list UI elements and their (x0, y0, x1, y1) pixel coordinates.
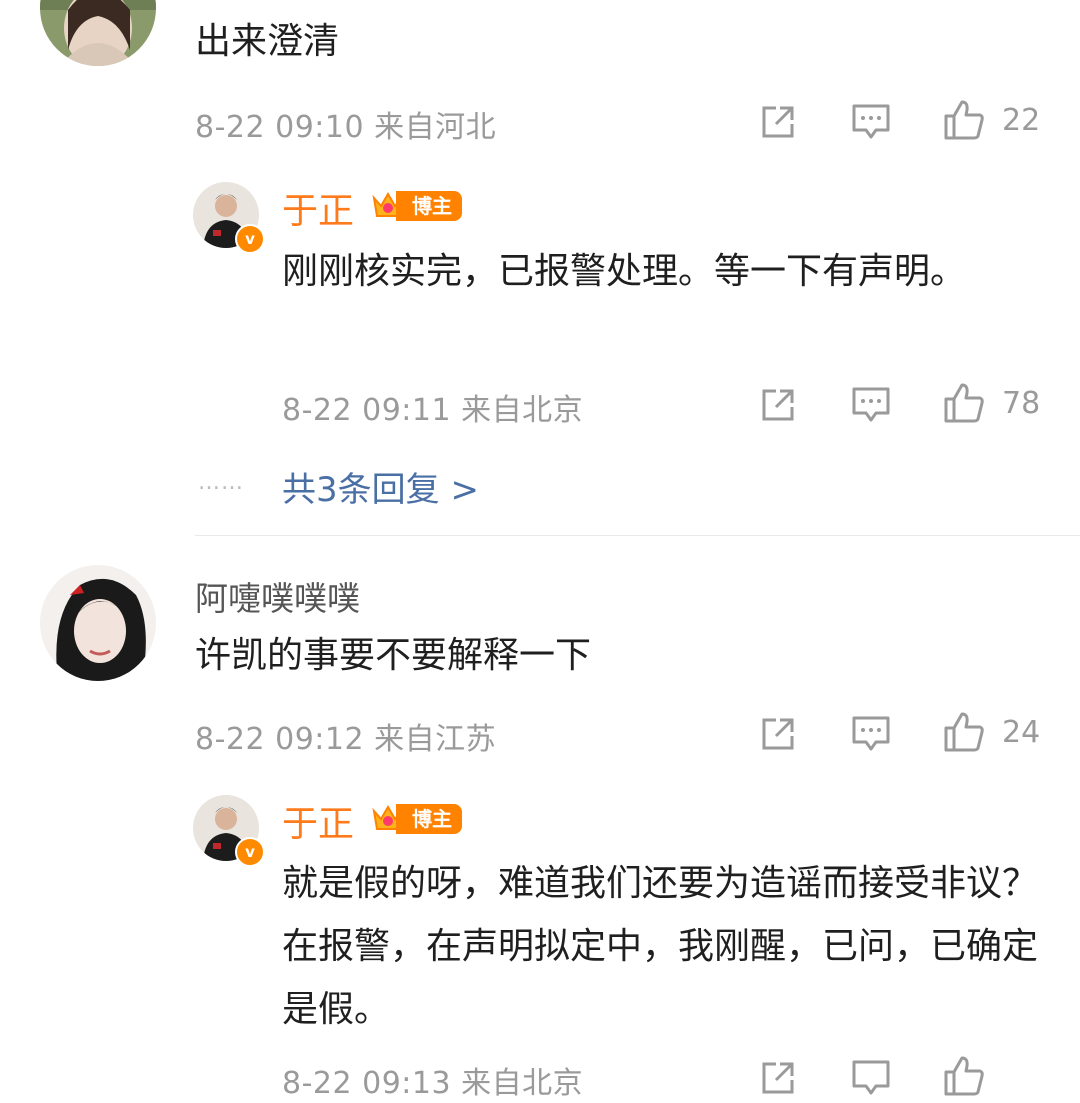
comment-text: 出来澄清 (195, 21, 340, 62)
share-icon (762, 718, 794, 750)
reply-meta: 8-22 09:13 来自北京 (282, 1066, 584, 1101)
comment-icon (852, 1060, 890, 1095)
comment-button[interactable] (850, 1058, 892, 1098)
like-icon (944, 712, 984, 752)
author-name[interactable]: 于正 (282, 182, 354, 234)
verified-v-icon: v (235, 224, 265, 254)
reply-meta: 8-22 09:11 来自北京 (282, 393, 584, 428)
blogger-badge: 博主 (370, 188, 462, 224)
comment-meta: 8-22 09:12 来自江苏 (195, 722, 497, 757)
comment-button[interactable] (850, 102, 892, 142)
share-button[interactable] (758, 102, 798, 142)
like-count: 24 (1002, 714, 1041, 750)
comment-icon (852, 387, 890, 422)
more-replies-link[interactable]: 共3条回复 > (282, 462, 479, 511)
reply-text: 就是假的呀，难道我们还要为造谣而接受非议？在报警，在声明拟定中，我刚醒，已问，已… (282, 863, 1039, 1030)
comment-icon (852, 716, 890, 751)
more-replies-dots: …… (198, 470, 244, 495)
avatar[interactable] (40, 0, 156, 66)
comment-icon (852, 104, 890, 139)
verified-v-icon: v (235, 837, 265, 867)
blogger-badge: 博主 (370, 801, 462, 837)
comment-button[interactable] (850, 385, 892, 425)
like-button[interactable]: 22 (942, 98, 1040, 142)
comment-meta: 8-22 09:10 来自河北 (195, 110, 497, 145)
like-icon (944, 1056, 984, 1096)
like-button[interactable]: 24 (942, 710, 1040, 754)
divider (195, 535, 1080, 536)
author-name[interactable]: 于正 (282, 795, 354, 847)
share-button[interactable] (758, 714, 798, 754)
avatar[interactable] (40, 565, 156, 681)
reply-text: 刚刚核实完，已报警处理。等一下有声明。 (282, 251, 967, 292)
like-icon (944, 383, 984, 423)
like-icon (944, 100, 984, 140)
like-button[interactable] (942, 1054, 986, 1098)
share-icon (762, 1062, 794, 1094)
username[interactable]: 阿嚏噗噗噗 (195, 572, 360, 620)
share-button[interactable] (758, 385, 798, 425)
share-icon (762, 389, 794, 421)
comment-text: 许凯的事要不要解释一下 (195, 635, 592, 676)
share-button[interactable] (758, 1058, 798, 1098)
comment-button[interactable] (850, 714, 892, 754)
share-icon (762, 106, 794, 138)
like-count: 22 (1002, 102, 1041, 138)
like-button[interactable]: 78 (942, 381, 1040, 425)
like-count: 78 (1002, 385, 1041, 421)
